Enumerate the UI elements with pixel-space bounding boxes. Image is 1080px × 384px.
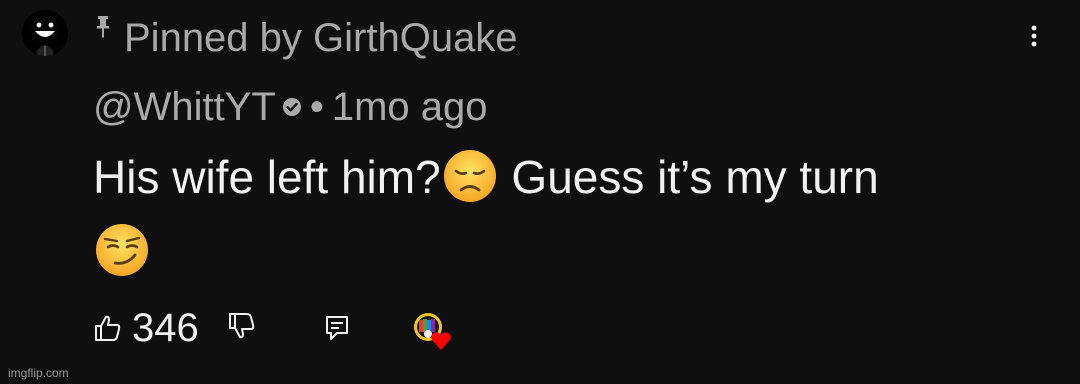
avatar[interactable] (22, 10, 68, 56)
pin-icon (97, 16, 109, 38)
like-button[interactable] (92, 312, 124, 344)
verified-check-icon (282, 98, 301, 116)
author-name[interactable]: @WhittYT (93, 85, 276, 130)
pinned-label: Pinned by GirthQuake (124, 15, 518, 60)
avatar-smiley-icon (22, 10, 68, 56)
comment-text: His wife left him? Guess it’s my turn (93, 140, 1053, 288)
comment-meta: @WhittYT • 1mo ago (93, 82, 488, 132)
like-count: 346 (132, 306, 199, 350)
pinned-row: Pinned by GirthQuake (94, 14, 518, 62)
creator-heart (410, 310, 456, 350)
creator-heart-icon (414, 313, 451, 350)
vertical-ellipsis-icon (1031, 25, 1037, 47)
comment-text-part1: His wife left him? (93, 151, 441, 203)
watermark: imgflip.com (8, 366, 69, 380)
disappointed-face-emoji-icon (443, 150, 496, 202)
thumbs-down-icon (229, 313, 255, 339)
more-options-button[interactable] (1014, 16, 1054, 56)
dislike-button[interactable] (226, 310, 258, 342)
comment-actions: 346 (92, 304, 492, 352)
thumbs-up-icon (95, 315, 121, 341)
meta-separator: • (309, 84, 324, 129)
reply-button[interactable] (321, 312, 353, 344)
comment-text-part2: Guess it’s my turn (498, 151, 879, 203)
smirking-face-emoji-icon (96, 224, 148, 276)
time-ago[interactable]: 1mo ago (332, 85, 488, 130)
comment-icon (326, 316, 348, 340)
